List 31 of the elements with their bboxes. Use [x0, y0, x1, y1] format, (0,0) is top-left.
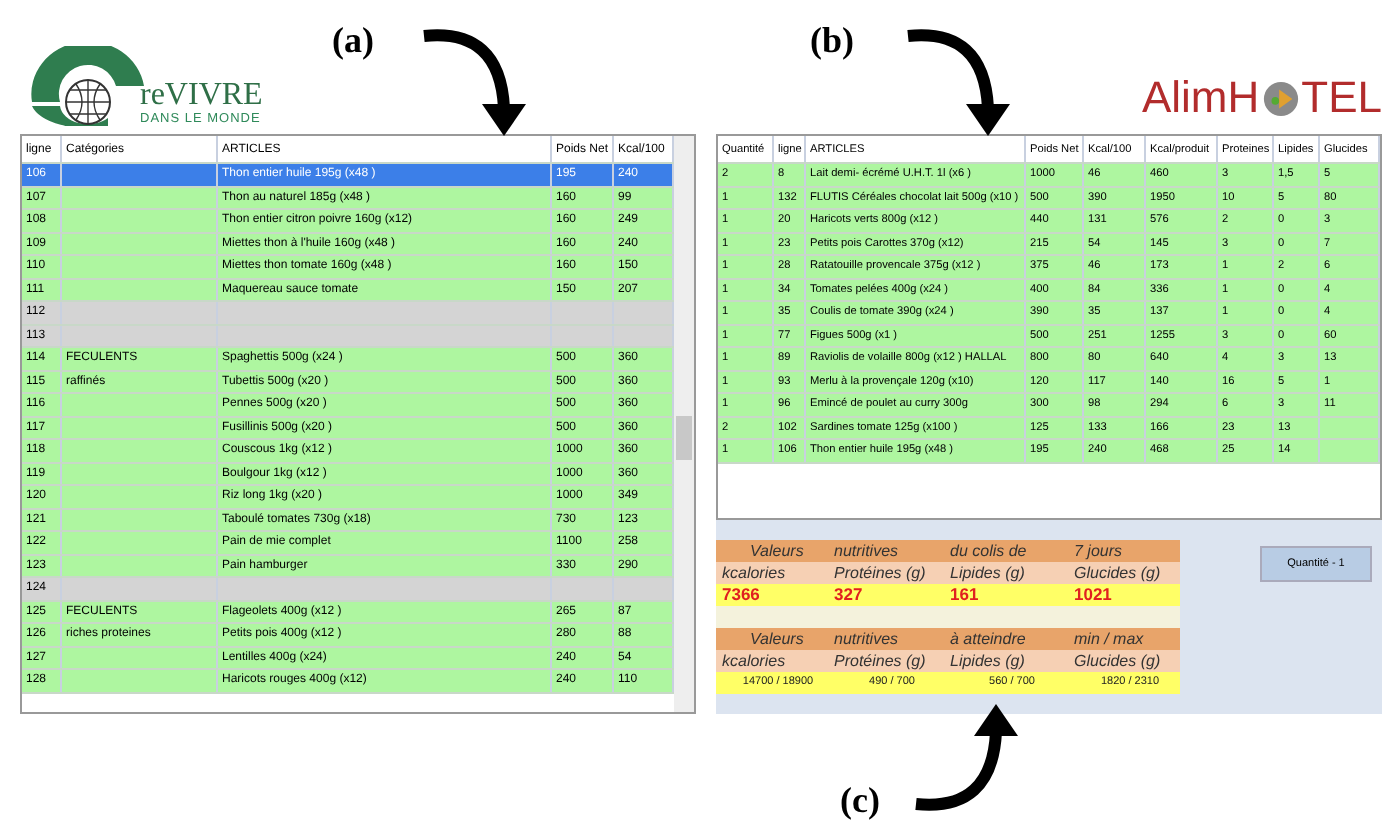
logo-text: AlimH	[1141, 74, 1260, 122]
arrow	[907, 29, 1010, 136]
arrow	[915, 704, 1018, 811]
scrollbar[interactable]	[674, 136, 694, 712]
figure-label: (a)	[332, 20, 374, 62]
arrow	[423, 29, 526, 136]
heading-text: min / max	[1074, 628, 1146, 650]
figure-label: (b)	[810, 20, 854, 62]
nutrient-value: 1021	[1074, 584, 1114, 606]
figure-label: (c)	[840, 780, 880, 822]
nutrient-label: Protéines (g)	[834, 650, 928, 672]
heading-text: nutritives	[834, 628, 901, 650]
nutrient-label: kcalories	[722, 562, 788, 584]
nutrient-label: Lipides (g)	[950, 650, 1027, 672]
logo-name: reVIVRE	[140, 80, 263, 112]
nutrient-label: Lipides (g)	[950, 562, 1027, 584]
heading-text: 7 jours	[1074, 540, 1125, 562]
heading-text: Valeurs	[748, 540, 806, 562]
nutrient-label: Protéines (g)	[834, 562, 928, 584]
heading-text: à atteindre	[950, 628, 1028, 650]
nutrient-value: 327	[834, 584, 865, 606]
nutrient-value: 161	[950, 584, 981, 606]
nutrient-label: kcalories	[722, 650, 788, 672]
nutrient-value: 7366	[722, 584, 762, 606]
heading-text: nutritives	[834, 540, 901, 562]
nutrient-label: Glucides (g)	[1074, 650, 1163, 672]
nutrient-label: Glucides (g)	[1074, 562, 1163, 584]
logo-text: TEL	[1301, 74, 1382, 122]
heading-text: Valeurs	[748, 628, 806, 650]
plate-logo-icon	[1261, 79, 1300, 117]
heading-text: du colis de	[950, 540, 1029, 562]
